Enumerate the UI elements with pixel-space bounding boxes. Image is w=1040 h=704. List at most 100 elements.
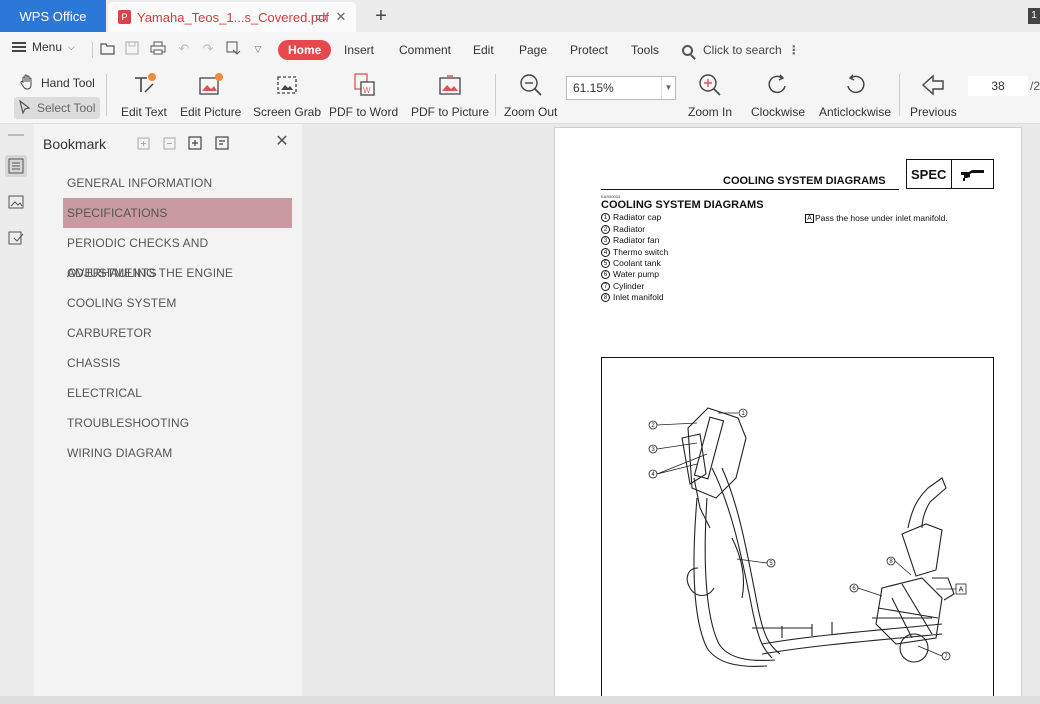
bookmark-panel: Bookmark ✕ GENERAL INFORMATION SPECIFICA… [34, 124, 302, 696]
pdf-to-word-icon: W [351, 70, 377, 100]
zoom-out-icon [518, 70, 544, 100]
chevron-down-icon[interactable]: ▼ [661, 77, 675, 99]
part-name: Radiator cap [613, 212, 662, 222]
divider [951, 160, 952, 188]
edit-text-icon [131, 70, 157, 100]
chevron-down-icon: ⌵ [68, 41, 75, 52]
part-name: Coolant tank [613, 258, 661, 268]
window-count-badge[interactable]: 1 [1028, 8, 1040, 24]
tab-page[interactable]: Page [509, 40, 557, 60]
new-tab-button[interactable]: + [370, 5, 392, 27]
bookmark-item[interactable]: GENERAL INFORMATION [63, 168, 292, 198]
part-item: 8 Inlet manifold [601, 292, 664, 302]
more-quick-access-icon[interactable]: ▽ [250, 41, 266, 57]
pdf-to-word-label: PDF to Word [329, 105, 399, 119]
print-icon[interactable] [150, 41, 166, 57]
hand-tool-button[interactable]: Hand Tool [14, 72, 100, 94]
part-number: 4 [601, 247, 610, 257]
bookmark-item[interactable]: TROUBLESHOOTING [63, 408, 292, 438]
menu-bar: Menu ⌵ ↶ ↷ ▽ Home Insert Comment Edit Pa… [0, 32, 1040, 66]
part-name: Inlet manifold [613, 292, 664, 302]
part-name: Cylinder [613, 281, 645, 291]
zoom-out-button[interactable]: Zoom Out [504, 70, 557, 119]
edit-text-label: Edit Text [121, 105, 167, 119]
assembly-note: A Pass the hose under inlet manifold. [805, 213, 948, 223]
edit-text-button[interactable]: Edit Text [121, 70, 167, 119]
divider [92, 42, 93, 58]
tab-tools[interactable]: Tools [621, 40, 669, 60]
save-icon[interactable] [124, 41, 140, 57]
bookmark-item[interactable]: OVERHAULING THE ENGINE [63, 258, 292, 288]
previous-page-button[interactable]: Previous [910, 70, 957, 119]
bookmark-item[interactable]: PERIODIC CHECKS AND ADJUSTMENTS [63, 228, 292, 280]
more-options-icon[interactable]: ⋮ [788, 40, 800, 60]
wps-office-tab[interactable]: WPS Office [0, 0, 106, 32]
divider [899, 74, 900, 116]
rotate-anticlockwise-button[interactable]: Anticlockwise [819, 70, 891, 119]
zoom-in-icon [697, 70, 723, 100]
float-window-icon[interactable]: ▭ [314, 10, 328, 24]
edit-picture-icon [198, 70, 224, 100]
close-tab-icon[interactable]: ✕ [334, 10, 348, 24]
part-item: 4 Thermo switch [601, 247, 668, 257]
part-name: Thermo switch [613, 247, 669, 257]
pdf-page[interactable]: COOLING SYSTEM DIAGRAMS SPEC EAS00033 CO… [554, 127, 1022, 704]
page-total: /2 [1030, 79, 1040, 93]
page-header: COOLING SYSTEM DIAGRAMS [723, 175, 886, 187]
collapse-all-icon[interactable] [161, 135, 177, 151]
bookmark-item[interactable]: COOLING SYSTEM [63, 288, 292, 318]
zoom-in-button[interactable]: Zoom In [688, 70, 732, 119]
search-box[interactable]: Click to search ⋮ [682, 40, 800, 60]
tab-edit[interactable]: Edit [463, 40, 504, 60]
tab-protect[interactable]: Protect [560, 40, 618, 60]
document-tab[interactable]: P Yamaha_Teos_1...s_Covered.pdf ▭ ✕ [108, 2, 356, 32]
bookmark-item[interactable]: CARBURETOR [63, 318, 292, 348]
section-title: COOLING SYSTEM DIAGRAMS [601, 199, 764, 211]
document-view[interactable]: COOLING SYSTEM DIAGRAMS SPEC EAS00033 CO… [302, 124, 1040, 704]
part-number: 1 [601, 212, 610, 222]
hamburger-icon [12, 42, 26, 52]
bookmark-options-icon[interactable] [214, 135, 230, 151]
convert-icon[interactable] [225, 41, 241, 57]
tab-insert[interactable]: Insert [334, 40, 384, 60]
clockwise-label: Clockwise [751, 105, 806, 119]
side-icon-rail [0, 124, 34, 704]
zoom-level-select[interactable]: 61.15% ▼ [566, 76, 676, 100]
screen-grab-button[interactable]: Screen Grab [253, 70, 321, 119]
rotate-clockwise-button[interactable]: Clockwise [751, 70, 805, 119]
edit-picture-button[interactable]: Edit Picture [180, 70, 241, 119]
hand-icon [19, 74, 35, 93]
select-tool-label: Select Tool [37, 101, 96, 115]
note-letter: A [805, 213, 814, 223]
open-file-icon[interactable] [100, 41, 116, 57]
pdf-to-word-button[interactable]: W PDF to Word [329, 70, 398, 119]
rail-grip [8, 134, 24, 136]
thumbnail-panel-icon[interactable] [5, 191, 27, 213]
menu-label: Menu [32, 40, 63, 54]
expand-all-icon[interactable] [135, 135, 151, 151]
wps-pdf-window: WPS Office P Yamaha_Teos_1...s_Covered.p… [0, 0, 1040, 704]
undo-icon[interactable]: ↶ [176, 41, 192, 57]
pdf-to-picture-button[interactable]: PDF to Picture [411, 70, 489, 119]
annotation-panel-icon[interactable] [5, 227, 27, 249]
cooling-diagram-figure: 1 2 3 4 5 6 7 8 A [601, 357, 994, 704]
bookmark-item-selected[interactable]: SPECIFICATIONS [63, 198, 292, 228]
callout-label: A [959, 587, 964, 594]
tab-home[interactable]: Home [278, 40, 332, 60]
tab-comment[interactable]: Comment [389, 40, 461, 60]
zoom-value: 61.15% [573, 81, 614, 95]
bookmark-item[interactable]: ELECTRICAL [63, 378, 292, 408]
page-number-input[interactable]: 38 [968, 76, 1028, 96]
main-menu-button[interactable]: Menu ⌵ [12, 40, 75, 54]
part-number: 7 [601, 281, 610, 291]
select-tool-button[interactable]: Select Tool [14, 97, 101, 119]
anticlockwise-label: Anticlockwise [819, 105, 892, 119]
bookmark-item[interactable]: CHASSIS [63, 348, 292, 378]
close-panel-icon[interactable]: ✕ [274, 134, 290, 150]
bookmark-item[interactable]: WIRING DIAGRAM [63, 438, 292, 468]
redo-icon[interactable]: ↷ [200, 41, 216, 57]
part-item: 5 Coolant tank [601, 258, 661, 268]
add-bookmark-icon[interactable] [187, 135, 203, 151]
note-text: Pass the hose under inlet manifold. [815, 213, 948, 223]
bookmark-panel-icon[interactable] [5, 155, 27, 177]
